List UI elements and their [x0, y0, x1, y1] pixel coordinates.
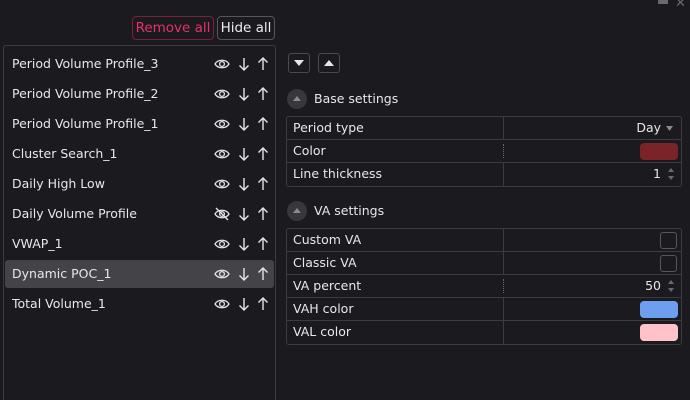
indicator-name: Period Volume Profile_1: [12, 116, 159, 131]
column-divider: [503, 117, 504, 139]
indicator-name: Dynamic POC_1: [12, 266, 112, 281]
property-label: VAL color: [293, 324, 352, 339]
indicator-name: Total Volume_1: [12, 296, 106, 311]
arrow-up-icon[interactable]: [257, 177, 273, 191]
indicator-name: Period Volume Profile_2: [12, 86, 159, 101]
color-swatch[interactable]: [640, 143, 678, 160]
column-divider: [503, 279, 504, 293]
chevron-up-icon: [293, 96, 301, 101]
arrow-down-icon[interactable]: [238, 267, 254, 281]
property-label: VAH color: [293, 301, 354, 316]
property-label: Custom VA: [293, 232, 362, 247]
custom-va-checkbox[interactable]: [660, 232, 677, 249]
line-thickness-input[interactable]: 1: [653, 163, 661, 185]
eye-icon[interactable]: [214, 57, 230, 71]
color-swatch[interactable]: [640, 324, 678, 341]
indicator-name: VWAP_1: [12, 236, 63, 251]
arrow-up-icon[interactable]: [257, 207, 273, 221]
va-percent-row: VA percent 50: [287, 275, 681, 298]
property-label: Color: [293, 143, 326, 158]
stepper-icon[interactable]: [667, 166, 675, 182]
line-thickness-row: Line thickness 1: [287, 163, 681, 186]
list-item[interactable]: Daily Volume Profile: [5, 200, 274, 228]
arrow-down-icon[interactable]: [238, 147, 254, 161]
list-item[interactable]: Period Volume Profile_2: [5, 80, 274, 108]
section-title: Base settings: [314, 91, 399, 106]
collapse-toggle[interactable]: [287, 89, 307, 109]
arrow-up-icon[interactable]: [257, 297, 273, 311]
color-swatch[interactable]: [640, 301, 678, 318]
val-color-row: VAL color: [287, 321, 681, 344]
eye-icon[interactable]: [214, 297, 230, 311]
period-type-select[interactable]: Day: [636, 117, 661, 139]
arrow-down-icon[interactable]: [238, 297, 254, 311]
property-label: Classic VA: [293, 255, 357, 270]
list-item[interactable]: VWAP_1: [5, 230, 274, 258]
arrow-down-icon[interactable]: [238, 177, 254, 191]
arrow-down-icon[interactable]: [238, 87, 254, 101]
column-divider: [503, 163, 504, 186]
chevron-up-icon: [324, 60, 334, 66]
custom-va-row: Custom VA: [287, 229, 681, 252]
arrow-down-icon[interactable]: [238, 207, 254, 221]
expand-all-button[interactable]: [288, 53, 310, 73]
property-label: Period type: [293, 120, 364, 135]
eye-icon[interactable]: [214, 147, 230, 161]
indicator-name: Cluster Search_1: [12, 146, 118, 161]
property-label: VA percent: [293, 278, 362, 293]
eye-icon[interactable]: [214, 87, 230, 101]
collapse-all-button[interactable]: [318, 53, 340, 73]
list-item[interactable]: Dynamic POC_1: [5, 260, 274, 288]
eye-icon[interactable]: [214, 117, 230, 131]
collapse-toggle[interactable]: [287, 201, 307, 221]
indicator-name: Period Volume Profile_3: [12, 56, 159, 71]
column-divider: [503, 321, 504, 344]
arrow-down-icon[interactable]: [238, 57, 254, 71]
property-label: Line thickness: [293, 166, 383, 181]
eye-off-icon[interactable]: [214, 207, 230, 221]
chevron-down-icon: [294, 60, 304, 66]
eye-icon[interactable]: [214, 267, 230, 281]
list-item[interactable]: Total Volume_1: [5, 290, 274, 318]
column-divider: [503, 144, 504, 158]
arrow-up-icon[interactable]: [257, 57, 273, 71]
list-item[interactable]: Daily High Low: [5, 170, 274, 198]
vah-color-row: VAH color: [287, 298, 681, 321]
color-row: Color: [287, 140, 681, 163]
eye-icon[interactable]: [214, 177, 230, 191]
chevron-up-icon: [293, 208, 301, 213]
arrow-up-icon[interactable]: [257, 87, 273, 101]
indicator-name: Daily Volume Profile: [12, 206, 137, 221]
column-divider: [503, 298, 504, 320]
section-title: VA settings: [314, 203, 385, 218]
classic-va-row: Classic VA: [287, 252, 681, 275]
column-divider: [503, 229, 504, 251]
indicator-name: Daily High Low: [12, 176, 105, 191]
indicator-list: Period Volume Profile_3 Period Volume Pro…: [3, 45, 276, 400]
column-divider: [503, 252, 504, 274]
va-settings-grid: Custom VA Classic VA VA percent 50 VAH c…: [286, 228, 682, 345]
list-item[interactable]: Cluster Search_1: [5, 140, 274, 168]
minimize-icon[interactable]: ▬: [657, 0, 669, 9]
arrow-up-icon[interactable]: [257, 267, 273, 281]
period-type-row: Period type Day: [287, 117, 681, 140]
list-item[interactable]: Period Volume Profile_3: [5, 50, 274, 78]
hide-all-button[interactable]: Hide all: [217, 16, 275, 40]
arrow-up-icon[interactable]: [257, 237, 273, 251]
arrow-up-icon[interactable]: [257, 117, 273, 131]
arrow-down-icon[interactable]: [238, 117, 254, 131]
va-percent-input[interactable]: 50: [645, 275, 661, 297]
list-item[interactable]: Period Volume Profile_1: [5, 110, 274, 138]
eye-icon[interactable]: [214, 237, 230, 251]
arrow-down-icon[interactable]: [238, 237, 254, 251]
close-icon[interactable]: ✕: [675, 0, 686, 11]
chevron-down-icon[interactable]: [666, 126, 673, 131]
remove-all-button[interactable]: Remove all: [132, 16, 214, 40]
classic-va-checkbox[interactable]: [660, 255, 677, 272]
arrow-up-icon[interactable]: [257, 147, 273, 161]
stepper-icon[interactable]: [667, 278, 675, 294]
base-settings-grid: Period type Day Color Line thickness 1: [286, 116, 682, 187]
